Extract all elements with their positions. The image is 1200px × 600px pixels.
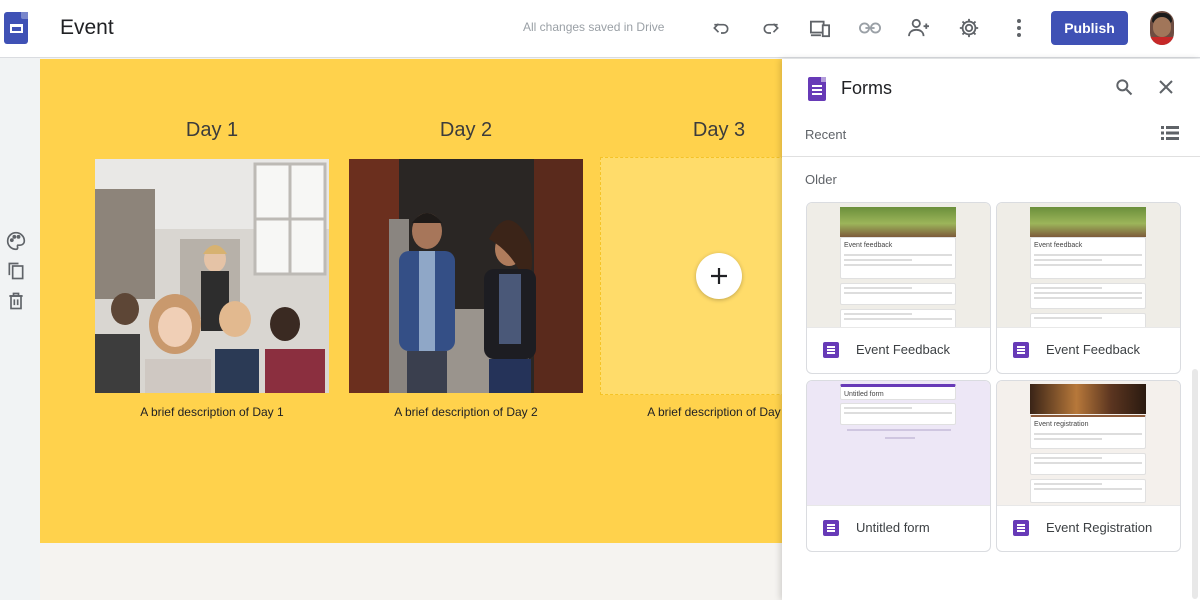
form-card[interactable]: Event feedback Event Feedback bbox=[996, 202, 1181, 374]
form-card-label: Event Feedback bbox=[1046, 342, 1140, 357]
page-title[interactable]: Event bbox=[60, 16, 114, 40]
form-card-label: Event Registration bbox=[1046, 520, 1153, 535]
day-2-image[interactable] bbox=[349, 159, 583, 393]
day-3-image-placeholder[interactable] bbox=[600, 157, 782, 395]
close-icon[interactable] bbox=[1155, 76, 1177, 98]
form-icon bbox=[823, 520, 839, 536]
form-card-label: Event Feedback bbox=[856, 342, 950, 357]
delete-icon[interactable] bbox=[6, 291, 26, 311]
preview-device-icon[interactable] bbox=[808, 16, 832, 40]
day-1-image[interactable] bbox=[95, 159, 329, 393]
day-2-description[interactable]: A brief description of Day 2 bbox=[349, 405, 583, 419]
older-label: Older bbox=[805, 172, 837, 187]
form-card-footer: Event Feedback bbox=[997, 327, 1180, 373]
day-3-description[interactable]: A brief description of Day 3 bbox=[602, 405, 782, 419]
forms-panel: Forms Recent Older Event feedback Event … bbox=[782, 59, 1200, 600]
form-card-footer: Event Registration bbox=[997, 505, 1180, 551]
form-icon bbox=[1013, 520, 1029, 536]
form-thumbnail: Untitled form bbox=[807, 381, 990, 505]
panel-scrollbar[interactable] bbox=[1192, 369, 1198, 599]
form-card[interactable]: Untitled form Untitled form bbox=[806, 380, 991, 552]
sites-logo-icon[interactable] bbox=[4, 12, 28, 44]
form-card[interactable]: Event feedback Event Feedback bbox=[806, 202, 991, 374]
top-bar: Event All changes saved in Drive Publish bbox=[0, 0, 1200, 58]
share-icon[interactable] bbox=[907, 16, 931, 40]
event-section[interactable]: Day 1 Day 2 Day 3 A brief description of… bbox=[40, 59, 782, 543]
form-icon bbox=[1013, 342, 1029, 358]
form-card-label: Untitled form bbox=[856, 520, 930, 535]
link-icon[interactable] bbox=[858, 16, 882, 40]
settings-icon[interactable] bbox=[957, 16, 981, 40]
recent-tab[interactable]: Recent bbox=[805, 127, 846, 142]
more-vert-icon[interactable] bbox=[1007, 16, 1031, 40]
duplicate-icon[interactable] bbox=[6, 261, 26, 281]
form-card-footer: Event Feedback bbox=[807, 327, 990, 373]
publish-button[interactable]: Publish bbox=[1051, 11, 1128, 45]
form-thumbnail: Event registration bbox=[997, 381, 1180, 505]
avatar[interactable] bbox=[1150, 11, 1174, 45]
form-preview-title: Untitled form bbox=[844, 391, 884, 398]
day-1-description[interactable]: A brief description of Day 1 bbox=[95, 405, 329, 419]
undo-icon[interactable] bbox=[709, 16, 733, 40]
forms-panel-header: Forms Recent bbox=[782, 59, 1200, 157]
day-3-title[interactable]: Day 3 bbox=[602, 119, 782, 142]
form-preview-title: Event feedback bbox=[844, 242, 893, 249]
day-1-title[interactable]: Day 1 bbox=[95, 119, 329, 142]
search-icon[interactable] bbox=[1113, 76, 1135, 98]
form-preview-title: Event registration bbox=[1034, 421, 1089, 428]
form-card[interactable]: Event registration Event Registration bbox=[996, 380, 1181, 552]
section-tools-rail bbox=[0, 59, 39, 600]
form-card-footer: Untitled form bbox=[807, 505, 990, 551]
forms-logo-icon bbox=[808, 77, 826, 101]
panel-title: Forms bbox=[841, 78, 892, 98]
save-status: All changes saved in Drive bbox=[523, 20, 665, 34]
day-2-title[interactable]: Day 2 bbox=[349, 119, 583, 142]
add-image-button[interactable] bbox=[696, 253, 742, 299]
palette-icon[interactable] bbox=[6, 231, 26, 251]
form-thumbnail: Event feedback bbox=[997, 203, 1180, 327]
form-preview-title: Event feedback bbox=[1034, 242, 1083, 249]
form-thumbnail: Event feedback bbox=[807, 203, 990, 327]
list-view-icon[interactable] bbox=[1159, 122, 1181, 144]
redo-icon[interactable] bbox=[759, 16, 783, 40]
next-section[interactable] bbox=[40, 543, 782, 600]
form-icon bbox=[823, 342, 839, 358]
